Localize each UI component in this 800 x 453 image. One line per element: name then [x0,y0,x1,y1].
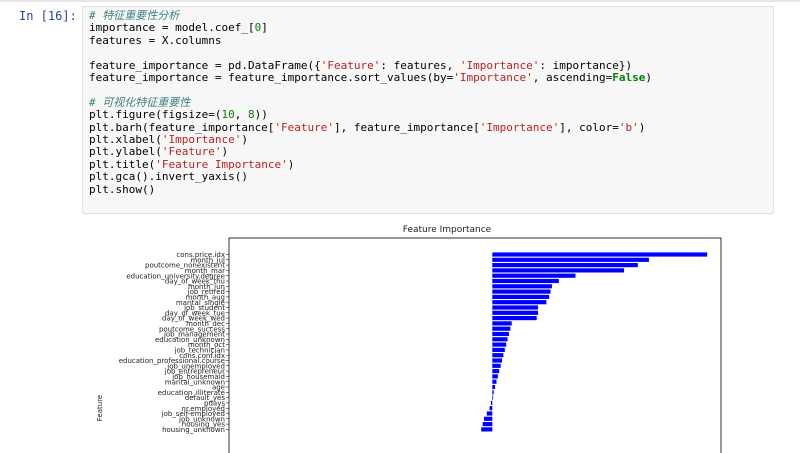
bar-default-yes [492,395,494,400]
bar-education-illiterate [492,390,494,395]
code-line-10: plt.barh(feature_importance['Feature'], … [89,120,646,134]
code-line-6: feature_importance = feature_importance.… [89,71,652,85]
plot-frame [228,237,722,453]
bar-education-university-degree [492,273,576,278]
bar-nr-employed [489,406,493,411]
cell-output: Feature Importance Feature cons.price.id… [82,218,800,453]
bar-poutcome-success [492,326,511,331]
code-cell-editor[interactable]: # 特征重要性分析 importance = model.coef_[0] fe… [82,6,774,214]
code-line-13: plt.title('Feature Importance') [89,157,295,171]
bar-housing-yes [482,422,493,427]
bar-job-unknown [484,416,493,421]
bar-month-jun [492,284,552,289]
bar-job-housemaid [492,374,498,379]
bar-pdays [490,400,493,405]
code-line-3: features = X.columns [89,33,222,47]
bar-month-oct [492,342,507,347]
feature-importance-chart: Feature Importance Feature cons.price.id… [96,225,722,453]
code-line-12: plt.ylabel('Feature') [89,145,229,159]
chart-title: Feature Importance [403,225,492,235]
bar-day-of-week-tue [492,310,539,315]
code-line-9: plt.figure(figsize=(10, 8)) [89,108,268,122]
bar-month-dec [492,321,512,326]
bar-job-student [492,305,539,310]
cell-top-border [0,0,800,2]
code-line-8: # 可视化特征重要性 [89,95,191,109]
bar-cons-conf-idx [492,353,504,358]
bar-education-professional-course [492,358,503,363]
bar-age [492,384,496,390]
bar-job-self-employed [486,411,493,416]
bar-poutcome-nonexistent [492,263,638,268]
code-text[interactable]: # 特征重要性分析 importance = model.coef_[0] fe… [89,9,652,196]
code-line-11: plt.xlabel('Importance') [89,133,248,147]
bar-day-of-week-thu [492,278,559,284]
bar-marital-unknown [492,379,497,384]
bar-job-technician [492,347,505,352]
bar-cons-price-idx [492,252,708,257]
code-line-2: importance = model.coef_[0] [89,21,268,35]
code-line-5: feature_importance = pd.DataFrame({'Feat… [89,58,633,72]
code-line-14: plt.gca().invert_yaxis() [89,170,248,184]
y-axis-label: Feature [96,395,104,421]
y-tick-label: housing_unknown [162,426,225,434]
bar-housing-unknown [481,427,493,432]
bar-marital-single [492,300,547,305]
bar-job-management [492,331,509,337]
bar-job-retired [492,289,551,294]
bar-job-unemployed [492,363,501,368]
y-tick-labels: cons.price.idxmonth_julpoutcome_nonexist… [119,251,229,434]
code-line-15: plt.show() [89,182,156,196]
bar-job-entrepreneur [492,369,500,374]
bar-education-unknown [492,337,508,342]
bar-group [481,252,708,432]
bar-day-of-week-wed [492,316,537,321]
bar-month-jul [492,257,649,262]
input-prompt: In [16]: [19,9,77,23]
bar-month-aug [492,294,550,299]
bar-month-mar [492,268,624,273]
code-line-1: # 特征重要性分析 [89,9,180,22]
